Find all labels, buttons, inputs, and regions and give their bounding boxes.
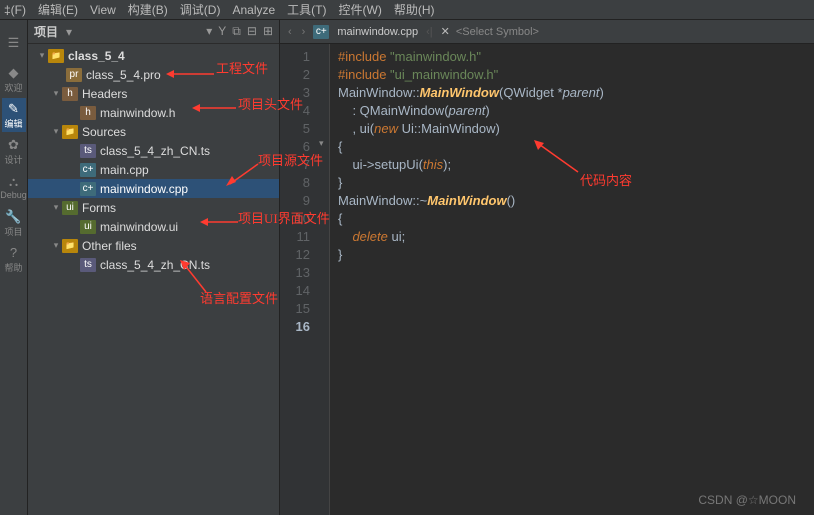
tree-form-file[interactable]: uimainwindow.ui — [28, 217, 279, 236]
design-icon: ✿ — [6, 137, 22, 153]
menu-build[interactable]: 构建(B) — [128, 1, 168, 18]
headers-folder-icon: h — [62, 87, 78, 101]
menu-edit[interactable]: 编辑(E) — [38, 1, 78, 18]
tab-label: mainwindow.cpp — [337, 26, 418, 38]
forms-folder-icon: ui — [62, 201, 78, 215]
fold-marker-icon[interactable]: ▾ — [319, 138, 324, 149]
cpp-file-icon: c+ — [80, 182, 96, 196]
tool-split-icon[interactable]: ⊞ — [263, 24, 273, 39]
watermark: CSDN @☆MOON — [698, 493, 796, 507]
menu-tools[interactable]: 工具(T) — [287, 1, 326, 18]
activity-menu[interactable]: ☰ — [2, 26, 26, 60]
tree-source-ts[interactable]: tsclass_5_4_zh_CN.ts — [28, 141, 279, 160]
folder-icon: 📁 — [48, 49, 64, 63]
chevron-down-icon: ▾ — [50, 126, 62, 137]
activity-design[interactable]: ✿设计 — [2, 134, 26, 168]
code-area[interactable]: 12345678910111213141516 ▾ #include "main… — [280, 44, 814, 515]
sidebar-title: 项目 — [34, 23, 58, 40]
tree-other[interactable]: ▾📁Other files — [28, 236, 279, 255]
activity-help[interactable]: ?帮助 — [2, 242, 26, 276]
chevron-down-icon: ▾ — [50, 240, 62, 251]
hamburger-icon: ☰ — [6, 35, 22, 51]
menubar: ‡(F) 编辑(E) View 构建(B) 调试(D) Analyze 工具(T… — [0, 0, 814, 20]
ui-file-icon: ui — [80, 220, 96, 234]
editor-pane: ‹ › c+ mainwindow.cpp ‹| ✕ <Select Symbo… — [280, 20, 814, 515]
cpp-file-icon: c+ — [313, 25, 329, 39]
menu-help[interactable]: 帮助(H) — [394, 1, 435, 18]
tool-link-icon[interactable]: ⧉ — [232, 24, 241, 39]
nav-back-icon[interactable]: ‹ — [286, 26, 294, 38]
activity-edit[interactable]: ✎编辑 — [2, 98, 26, 132]
tree-sources[interactable]: ▾📁Sources — [28, 122, 279, 141]
source-text[interactable]: #include "mainwindow.h"#include "ui_main… — [330, 44, 814, 515]
menu-widgets[interactable]: 控件(W) — [339, 1, 382, 18]
menu-file[interactable]: ‡(F) — [4, 3, 26, 17]
menu-analyze[interactable]: Analyze — [232, 3, 275, 17]
pro-file-icon: pr — [66, 68, 82, 82]
sidebar: 项目 ▾ ▾ Y ⧉ ⊟ ⊞ ▾📁class_5_4 prclass_5_4.p… — [28, 20, 280, 515]
tool-collapse-icon[interactable]: ⊟ — [247, 24, 257, 39]
chevron-down-icon: ▾ — [50, 202, 62, 213]
tool-y-icon[interactable]: Y — [218, 24, 226, 39]
tree-headers[interactable]: ▾hHeaders — [28, 84, 279, 103]
tree-forms[interactable]: ▾uiForms — [28, 198, 279, 217]
help-icon: ? — [6, 245, 22, 261]
project-tree: ▾📁class_5_4 prclass_5_4.pro ▾hHeaders hm… — [28, 44, 279, 515]
tab-close-icon[interactable]: ✕ — [441, 25, 450, 38]
symbol-selector[interactable]: <Select Symbol> — [456, 26, 539, 38]
tree-source-main[interactable]: c+main.cpp — [28, 160, 279, 179]
debug-icon: ⛬ — [6, 174, 22, 190]
edit-icon: ✎ — [6, 101, 22, 117]
tool-filter-icon[interactable]: ▾ — [206, 24, 212, 39]
ts-file-icon: ts — [80, 144, 96, 158]
sidebar-header: 项目 ▾ ▾ Y ⧉ ⊟ ⊞ — [28, 20, 279, 44]
chevron-down-icon: ▾ — [36, 50, 48, 61]
tree-root[interactable]: ▾📁class_5_4 — [28, 46, 279, 65]
activity-project[interactable]: 🔧项目 — [2, 206, 26, 240]
other-folder-icon: 📁 — [62, 239, 78, 253]
cpp-file-icon: c+ — [80, 163, 96, 177]
h-file-icon: h — [80, 106, 96, 120]
sidebar-selector[interactable]: ▾ — [66, 25, 72, 39]
editor-toolbar: ‹ › c+ mainwindow.cpp ‹| ✕ <Select Symbo… — [280, 20, 814, 44]
sources-folder-icon: 📁 — [62, 125, 78, 139]
welcome-icon: ◆ — [6, 65, 22, 81]
nav-forward-icon[interactable]: › — [300, 26, 308, 38]
chevron-down-icon: ▾ — [50, 88, 62, 99]
tree-pro-file[interactable]: prclass_5_4.pro — [28, 65, 279, 84]
tree-source-mainwindow[interactable]: c+mainwindow.cpp — [28, 179, 279, 198]
ts-file-icon: ts — [80, 258, 96, 272]
menu-view[interactable]: View — [90, 3, 116, 17]
activity-debug[interactable]: ⛬Debug — [2, 170, 26, 204]
activity-welcome[interactable]: ◆欢迎 — [2, 62, 26, 96]
editor-tab[interactable]: c+ mainwindow.cpp — [313, 25, 418, 39]
tree-other-file[interactable]: tsclass_5_4_zh_CN.ts — [28, 255, 279, 274]
activity-bar: ☰ ◆欢迎 ✎编辑 ✿设计 ⛬Debug 🔧项目 ?帮助 — [0, 20, 28, 515]
menu-debug[interactable]: 调试(D) — [180, 1, 221, 18]
line-gutter: 12345678910111213141516 — [280, 44, 318, 515]
fold-column: ▾ — [318, 44, 330, 515]
project-icon: 🔧 — [6, 209, 22, 225]
tree-header-file[interactable]: hmainwindow.h — [28, 103, 279, 122]
